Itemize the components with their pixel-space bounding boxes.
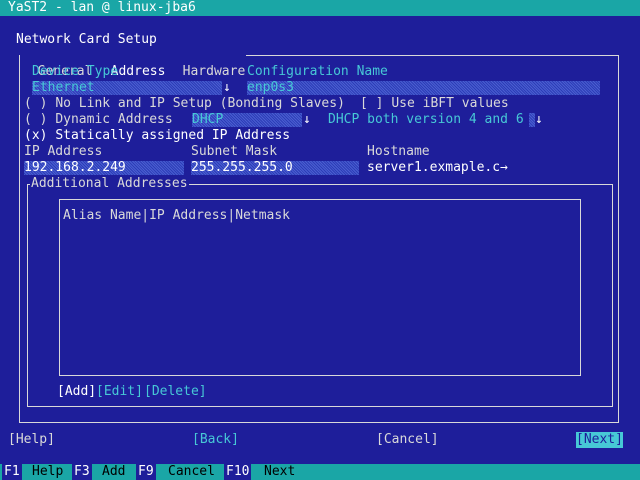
subnet-mask-label: Subnet Mask	[191, 144, 278, 159]
help-button[interactable]: [Help]	[8, 432, 55, 448]
cancel-button-label: [Cancel]	[376, 432, 439, 447]
dynamic-address-radio[interactable]: ( ) Dynamic Address	[24, 112, 173, 128]
device-type-label: Device Type	[32, 64, 119, 79]
column-header-netmask[interactable]: Netmask	[235, 208, 290, 223]
f3-key[interactable]: F3	[72, 464, 92, 480]
chevron-down-icon: ↓	[535, 112, 543, 127]
delete-button[interactable]: [Delete]	[144, 384, 207, 400]
function-key-bar: F1 Help F3 Add F9 Cancel F10 Next	[0, 464, 640, 480]
edit-button[interactable]: [Edit]	[96, 384, 143, 400]
dynamic-radio-mark: ( )	[24, 112, 48, 127]
back-button[interactable]: [Back]	[192, 432, 239, 448]
tab-hardware[interactable]: Hardware	[166, 48, 247, 80]
window-titlebar: YaST2 - lan @ linux-jba6	[0, 0, 640, 16]
aliases-table[interactable]	[59, 199, 581, 376]
device-type-value: Ethernet	[32, 80, 95, 95]
edit-button-label: [Edit]	[96, 384, 143, 399]
ip-address-label: IP Address	[24, 144, 103, 159]
hostname-label: Hostname	[367, 144, 430, 159]
dhcp-mode-value: DHCP	[192, 112, 224, 127]
config-name-label: Configuration Name	[247, 64, 388, 79]
table-header: Alias Name|IP Address|Netmask	[63, 208, 291, 223]
cancel-button[interactable]: [Cancel]	[376, 432, 439, 448]
delete-button-label: [Delete]	[144, 384, 207, 399]
column-header-ip-address[interactable]: IP Address	[149, 208, 227, 223]
next-button[interactable]: [Next]	[576, 432, 623, 448]
hostname-value: server1.exmaple.c→	[367, 160, 508, 175]
chevron-down-icon: ↓	[303, 112, 311, 127]
next-button-label: [Next]	[576, 432, 623, 447]
help-button-label: [Help]	[8, 432, 55, 447]
tab-hardware-label: Hardware	[182, 64, 246, 79]
window-title: YaST2 - lan @ linux-jba6	[8, 0, 196, 15]
f1-label: Help	[32, 464, 64, 479]
config-name-value: enp0s3	[247, 80, 294, 95]
config-name-field-bg	[247, 81, 600, 95]
tab-address-label: Address	[110, 64, 166, 79]
additional-addresses-title: Additional Addresses	[30, 176, 189, 192]
column-header-alias-name[interactable]: Alias Name	[63, 208, 141, 223]
add-button[interactable]: [Add]	[57, 384, 96, 400]
chevron-down-icon: ↓	[223, 80, 231, 95]
f10-key[interactable]: F10	[224, 464, 252, 480]
back-button-label: [Back]	[192, 432, 239, 447]
f9-key[interactable]: F9	[136, 464, 156, 480]
no-link-radio[interactable]: ( ) No Link and IP Setup (Bonding Slaves…	[24, 96, 345, 112]
ip-address-value: 192.168.2.249	[24, 160, 126, 175]
no-link-radio-mark: ( )	[24, 96, 48, 111]
dhcp-version-value: DHCP both version 4 and 6	[328, 112, 524, 127]
dialog-title: Network Card Setup	[16, 32, 157, 47]
no-link-radio-label: No Link and IP Setup (Bonding Slaves)	[55, 96, 345, 111]
static-address-radio[interactable]: (x) Statically assigned IP Address	[24, 128, 290, 144]
f1-key[interactable]: F1	[2, 464, 22, 480]
use-ibft-checkbox[interactable]: [ ] Use iBFT values	[360, 96, 509, 112]
f9-label: Cancel	[168, 464, 215, 479]
static-radio-mark: (x)	[24, 128, 48, 143]
use-ibft-checkbox-mark: [ ]	[360, 96, 384, 111]
use-ibft-label: Use iBFT values	[391, 96, 509, 111]
add-button-label: [Add]	[57, 384, 97, 399]
f10-label: Next	[264, 464, 296, 479]
subnet-mask-value: 255.255.255.0	[191, 160, 293, 175]
f3-label: Add	[102, 464, 126, 479]
static-radio-label: Statically assigned IP Address	[55, 128, 291, 143]
dynamic-radio-label: Dynamic Address	[55, 112, 173, 127]
